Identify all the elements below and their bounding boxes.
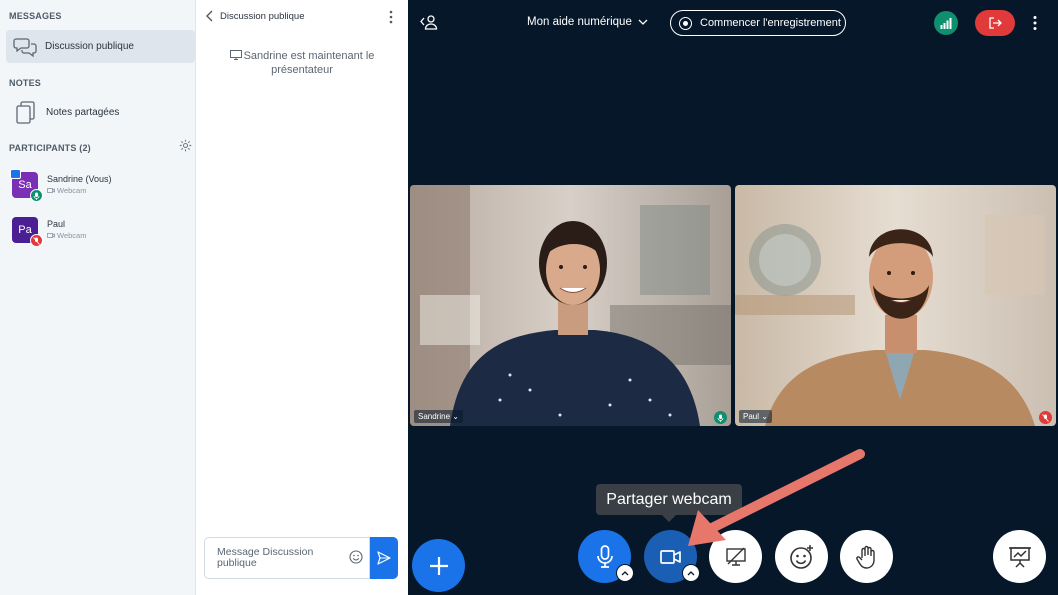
mic-muted-icon — [1039, 411, 1052, 424]
audio-options-button[interactable] — [616, 564, 634, 582]
video-name: Sandrine — [418, 412, 451, 421]
video-name: Paul — [743, 412, 760, 421]
participant-name: Sandrine (Vous) — [47, 174, 112, 184]
chat-bubbles-icon — [13, 37, 37, 57]
webcam-video-image — [735, 185, 1056, 426]
share-screen-button[interactable] — [709, 530, 762, 583]
leave-meeting-button[interactable] — [975, 10, 1015, 36]
participant-status: Webcam — [47, 186, 86, 195]
participant-row[interactable]: Sa Sandrine (Vous) Webcam — [10, 169, 192, 202]
start-recording-button[interactable]: Commencer l'enregistrement — [670, 10, 846, 36]
webcam-icon — [47, 188, 55, 193]
leave-icon — [989, 17, 1002, 29]
sidebar-item-shared-notes[interactable]: Notes partagées — [6, 97, 195, 127]
chevron-up-icon — [687, 570, 695, 575]
send-button[interactable] — [370, 537, 398, 579]
chat-input-placeholder: Message Discussion publique — [217, 546, 314, 569]
sidebar-item-public-chat[interactable]: Discussion publique — [6, 30, 195, 63]
gear-icon[interactable] — [179, 139, 192, 152]
reactions-button[interactable] — [775, 530, 828, 583]
public-chat-label: Discussion publique — [45, 41, 134, 52]
participant-status-label: Webcam — [57, 186, 87, 195]
chevron-left-icon[interactable] — [205, 10, 215, 22]
raise-hand-button[interactable] — [840, 530, 893, 583]
presentation-button[interactable] — [993, 530, 1046, 583]
video-tile[interactable]: Paul ⌄ — [735, 185, 1056, 426]
microphone-icon — [596, 544, 613, 568]
video-name-label[interactable]: Sandrine ⌄ — [414, 410, 463, 423]
chat-panel — [196, 0, 408, 595]
chevron-up-icon — [621, 570, 629, 575]
signal-bars-icon — [940, 17, 952, 29]
participant-status: Webcam — [47, 231, 86, 240]
participants-section-title: PARTICIPANTS (2) — [9, 143, 91, 153]
notes-icon — [16, 101, 35, 124]
camera-icon — [659, 549, 681, 564]
messages-section-title: MESSAGES — [9, 11, 62, 21]
mic-on-icon — [714, 411, 727, 424]
send-icon — [377, 551, 391, 565]
kebab-menu-icon[interactable] — [386, 10, 396, 24]
video-tile[interactable]: Sandrine ⌄ — [410, 185, 731, 426]
chat-message-input[interactable]: Message Discussion publique — [204, 537, 370, 579]
user-list-toggle-icon[interactable] — [419, 12, 439, 32]
room-title: Mon aide numérique — [527, 16, 632, 28]
room-title-dropdown[interactable]: Mon aide numérique — [527, 16, 648, 28]
actions-button[interactable] — [412, 539, 465, 592]
webcam-video-image — [410, 185, 731, 426]
video-name-label[interactable]: Paul ⌄ — [739, 410, 772, 423]
record-label: Commencer l'enregistrement — [700, 17, 841, 29]
participant-row[interactable]: Pa Paul Webcam — [12, 217, 192, 247]
avatar-initials: Pa — [18, 224, 32, 236]
hand-icon — [855, 545, 875, 569]
webcam-tooltip: Partager webcam — [596, 484, 742, 522]
emoji-icon[interactable] — [349, 550, 363, 564]
mic-on-icon — [30, 189, 43, 202]
connection-status-button[interactable] — [934, 11, 958, 35]
plus-icon — [429, 556, 448, 575]
chevron-down-icon — [638, 19, 648, 25]
record-icon — [679, 16, 692, 30]
screen-share-off-icon — [725, 547, 746, 566]
presenter-badge-icon — [10, 169, 21, 179]
chat-title: Discussion publique — [220, 11, 305, 22]
webcam-icon — [47, 233, 55, 238]
presentation-icon — [1008, 546, 1031, 568]
kebab-menu-icon[interactable] — [1030, 15, 1040, 31]
emoji-add-icon — [789, 544, 813, 569]
mic-muted-icon — [30, 234, 43, 247]
shared-notes-label: Notes partagées — [46, 106, 120, 118]
presentation-screen-icon — [229, 50, 242, 60]
participant-status-label: Webcam — [57, 231, 87, 240]
webcam-options-button[interactable] — [682, 564, 700, 582]
system-message-text: Sandrine est maintenant le présentateur — [243, 50, 375, 76]
participant-name: Paul — [47, 219, 66, 229]
notes-section-title: NOTES — [9, 78, 42, 88]
user-list-sidebar: MESSAGES Discussion publique NOTES Notes… — [0, 0, 196, 595]
system-message: Sandrine est maintenant le présentateur — [222, 49, 382, 77]
avatar-initials: Sa — [18, 179, 32, 191]
